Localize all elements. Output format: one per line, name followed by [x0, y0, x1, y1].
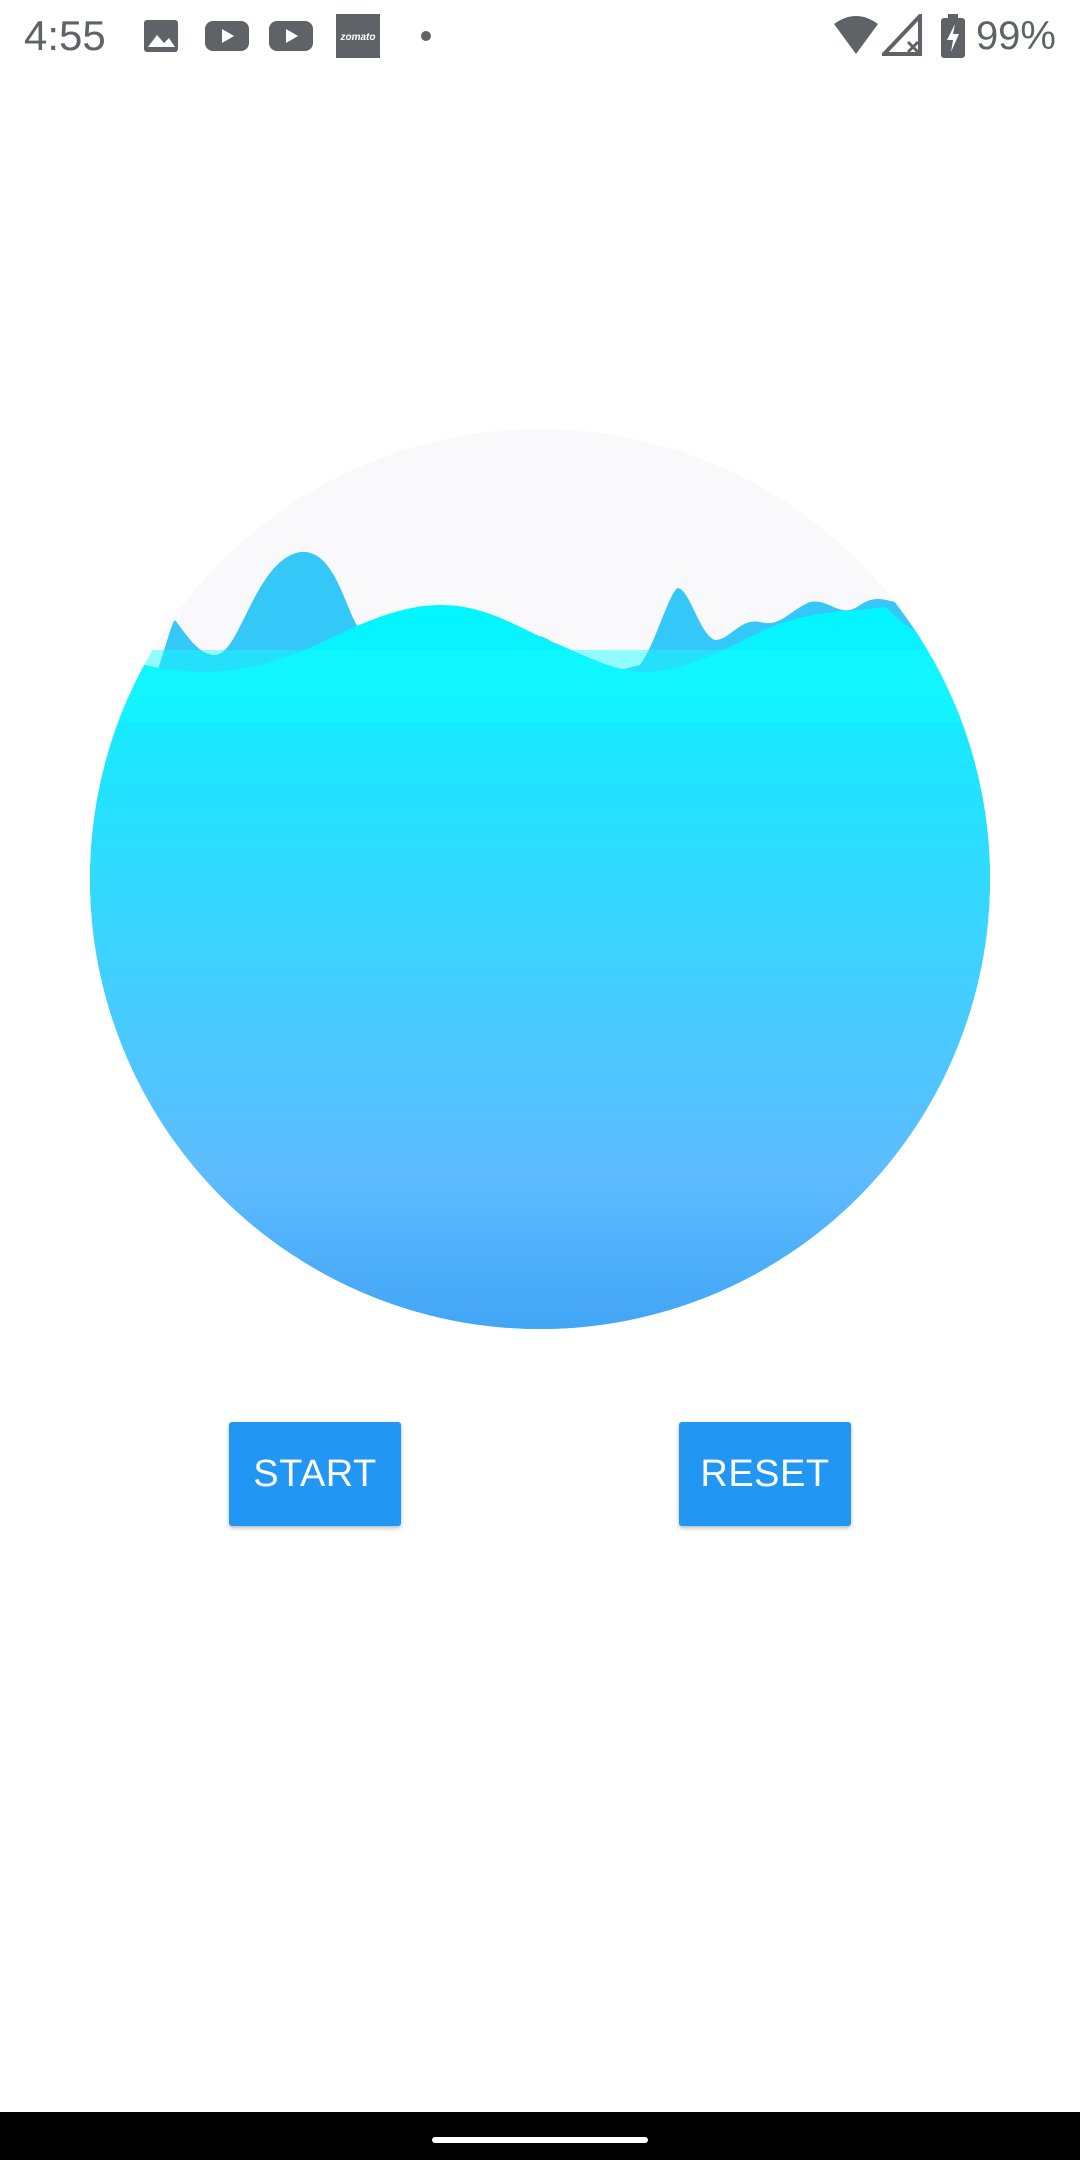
zomato-icon: zomato: [336, 14, 380, 58]
youtube-icon: [269, 21, 313, 51]
dot-icon: [421, 31, 431, 41]
youtube-icon: [205, 21, 249, 51]
battery-charging-icon: [941, 14, 965, 58]
surface-band: [90, 650, 990, 722]
reset-button[interactable]: RESET: [679, 1422, 851, 1526]
navigation-bar: [0, 2112, 1080, 2160]
wifi-icon: [834, 16, 878, 54]
start-button[interactable]: START: [229, 1422, 401, 1526]
svg-text:zomato: zomato: [340, 32, 376, 43]
wave-view: [90, 429, 990, 1329]
image-icon: [144, 20, 178, 52]
signal-icon: [882, 14, 922, 56]
battery-percentage: 99%: [975, 14, 1056, 58]
home-gesture-handle[interactable]: [432, 2137, 648, 2143]
status-time: 4:55: [24, 12, 106, 59]
status-bar: 4:55 zomato 99%: [0, 0, 1080, 72]
